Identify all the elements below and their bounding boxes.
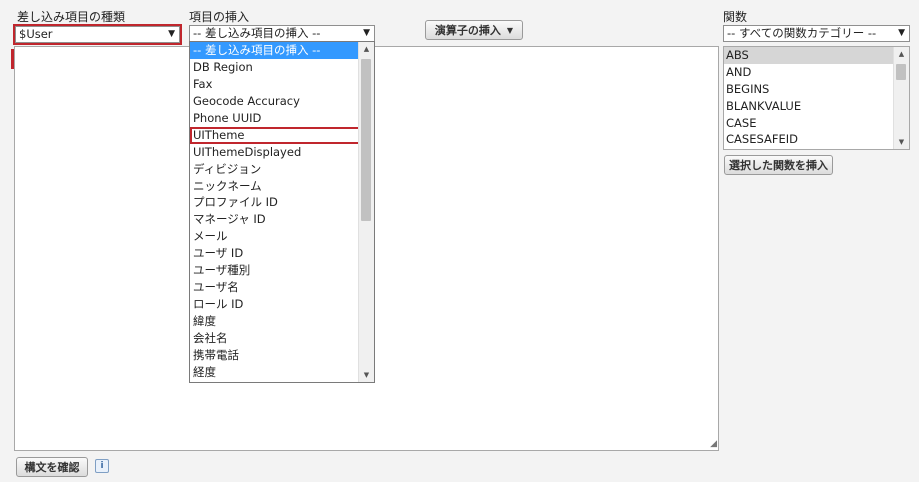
dropdown-option[interactable]: Phone UUID xyxy=(190,110,361,127)
dropdown-option[interactable]: 経度 xyxy=(190,364,361,381)
insert-field-dropdown[interactable]: -- 差し込み項目の挿入 -- DB Region Fax Geocode Accur… xyxy=(189,41,375,383)
dropdown-scrollbar[interactable]: ▲ ▼ xyxy=(358,42,374,382)
insert-operator-button[interactable]: 演算子の挿入 ▼ xyxy=(425,20,523,40)
dropdown-option[interactable]: メール xyxy=(190,228,361,245)
dropdown-option[interactable]: マネージャ ID xyxy=(190,211,361,228)
dropdown-option[interactable]: ユーザ種別 xyxy=(190,262,361,279)
dropdown-option[interactable]: -- 差し込み項目の挿入 -- xyxy=(190,42,361,59)
scroll-down-icon[interactable]: ▼ xyxy=(894,135,909,149)
function-list-item[interactable]: CASE xyxy=(724,115,895,132)
resize-grip-icon[interactable]: ◢ xyxy=(710,439,717,449)
chevron-down-icon: ▼ xyxy=(898,28,905,38)
dropdown-option[interactable]: Fax xyxy=(190,76,361,93)
scroll-down-icon[interactable]: ▼ xyxy=(359,368,374,382)
dropdown-option[interactable]: ユーザ名 xyxy=(190,279,361,296)
function-list-item[interactable]: CASESAFEID xyxy=(724,131,895,148)
scroll-up-icon[interactable]: ▲ xyxy=(359,42,374,56)
insert-function-label: 選択した関数を挿入 xyxy=(729,159,828,172)
check-syntax-button[interactable]: 構文を確認 xyxy=(16,457,88,477)
function-list-scrollbar[interactable]: ▲ ▼ xyxy=(893,47,909,149)
scrollbar-thumb[interactable] xyxy=(361,59,371,221)
function-list-item[interactable]: BEGINS xyxy=(724,81,895,98)
function-list-item[interactable]: BLANKVALUE xyxy=(724,98,895,115)
chevron-down-icon: ▼ xyxy=(168,29,175,39)
dropdown-option[interactable]: ディビジョン xyxy=(190,161,361,178)
chevron-down-icon: ▼ xyxy=(363,28,370,38)
insert-operator-label: 演算子の挿入 xyxy=(434,24,501,37)
dropdown-option[interactable]: 会社名 xyxy=(190,330,361,347)
dropdown-option[interactable]: UIThemeDisplayed xyxy=(190,144,361,161)
scrollbar-thumb[interactable] xyxy=(896,64,906,80)
merge-type-select[interactable]: $User ▼ xyxy=(13,24,182,45)
scroll-up-icon[interactable]: ▲ xyxy=(894,47,909,61)
editor-error-marker xyxy=(11,49,14,69)
insert-field-label: 項目の挿入 xyxy=(189,10,250,24)
dropdown-option[interactable]: 緯度 xyxy=(190,313,361,330)
functions-label: 関数 xyxy=(723,10,748,24)
chevron-down-icon: ▼ xyxy=(506,25,514,35)
dropdown-option[interactable]: DB Region xyxy=(190,59,361,76)
dropdown-option[interactable]: ロール ID xyxy=(190,296,361,313)
insert-field-options: -- 差し込み項目の挿入 -- DB Region Fax Geocode Accur… xyxy=(190,42,361,381)
insert-field-value: -- 差し込み項目の挿入 -- xyxy=(193,26,321,40)
insert-selected-function-button[interactable]: 選択した関数を挿入 xyxy=(724,155,833,175)
function-list[interactable]: ABS AND BEGINS BLANKVALUE CASE CASESAFEID ▲ ▼ xyxy=(723,46,910,150)
info-icon[interactable]: i xyxy=(95,459,109,473)
merge-type-value: $User xyxy=(19,27,53,41)
function-items: ABS AND BEGINS BLANKVALUE CASE CASESAFEID xyxy=(724,47,895,148)
dropdown-option[interactable]: 携帯電話 xyxy=(190,347,361,364)
check-syntax-label: 構文を確認 xyxy=(24,461,80,474)
function-list-item[interactable]: AND xyxy=(724,64,895,81)
dropdown-option[interactable]: UITheme xyxy=(190,126,361,144)
function-category-select[interactable]: -- すべての関数カテゴリー -- ▼ xyxy=(723,25,910,42)
function-list-item[interactable]: ABS xyxy=(724,47,895,64)
dropdown-option[interactable]: ニックネーム xyxy=(190,178,361,195)
insert-field-select[interactable]: -- 差し込み項目の挿入 -- ▼ xyxy=(189,25,375,42)
dropdown-option[interactable]: プロファイル ID xyxy=(190,194,361,211)
merge-type-label: 差し込み項目の種類 xyxy=(17,10,126,24)
function-category-value: -- すべての関数カテゴリー -- xyxy=(727,26,877,40)
dropdown-option[interactable]: ユーザ ID xyxy=(190,245,361,262)
dropdown-option[interactable]: Geocode Accuracy xyxy=(190,93,361,110)
